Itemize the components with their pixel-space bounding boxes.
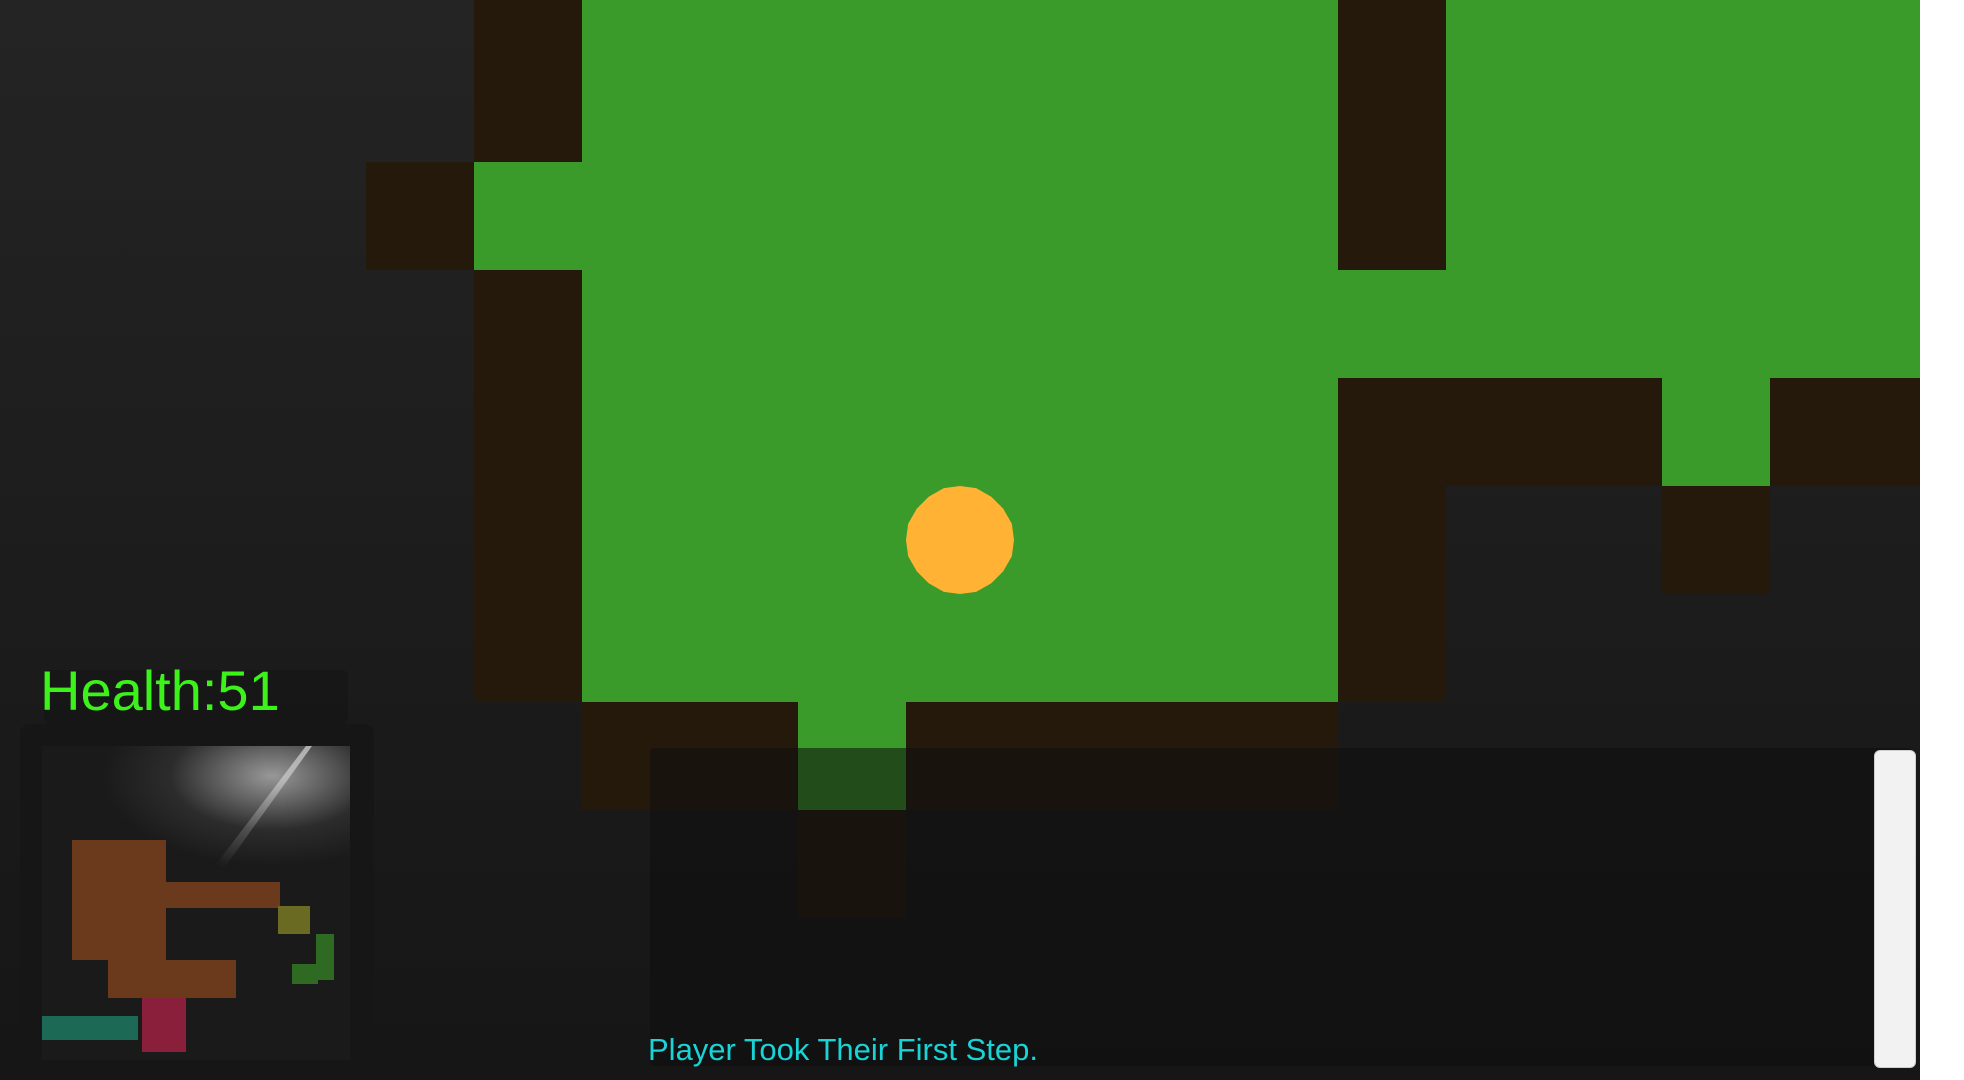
message-log-scrollbar[interactable]: [1874, 750, 1916, 1068]
minimap-room: [108, 960, 236, 998]
floor-tile: [582, 594, 1338, 702]
wall-tile: [474, 108, 582, 162]
floor-tile: [582, 270, 1920, 378]
wall-tile: [1662, 486, 1770, 594]
wall-tile: [1338, 378, 1662, 486]
floor-tile: [582, 378, 1338, 486]
health-readout: Health:51: [40, 659, 280, 722]
minimap-room: [142, 998, 186, 1052]
wall-tile: [474, 594, 582, 702]
floor-tile: [1662, 378, 1770, 486]
wall-tile: [1338, 594, 1446, 702]
wall-tile: [366, 162, 474, 270]
floor-tile: [582, 0, 1338, 108]
wall-tile: [1338, 108, 1446, 270]
wall-tile: [1770, 378, 1920, 486]
floor-tile: [582, 108, 1338, 162]
window-edge: [1920, 0, 1964, 1080]
wall-tile: [474, 270, 582, 378]
minimap-icon: [42, 746, 350, 1060]
wall-tile: [1338, 0, 1446, 108]
wall-tile: [474, 0, 582, 108]
minimap-room: [166, 882, 280, 908]
wall-tile: [1338, 486, 1446, 594]
minimap-room: [292, 964, 318, 984]
message-log-panel: [650, 748, 1912, 1066]
floor-tile: [474, 162, 1338, 270]
minimap-room: [42, 1016, 138, 1040]
wall-tile: [474, 486, 582, 594]
minimap-room: [278, 906, 310, 934]
floor-tile: [1446, 0, 1920, 108]
game-viewport[interactable]: Health:51 Player Took Their First Step.: [0, 0, 1964, 1080]
minimap-room: [316, 934, 334, 980]
floor-tile: [1446, 108, 1920, 270]
wall-tile: [474, 378, 582, 486]
message-log-entry: Player Took Their First Step.: [648, 1032, 1038, 1067]
minimap-room: [72, 840, 166, 960]
